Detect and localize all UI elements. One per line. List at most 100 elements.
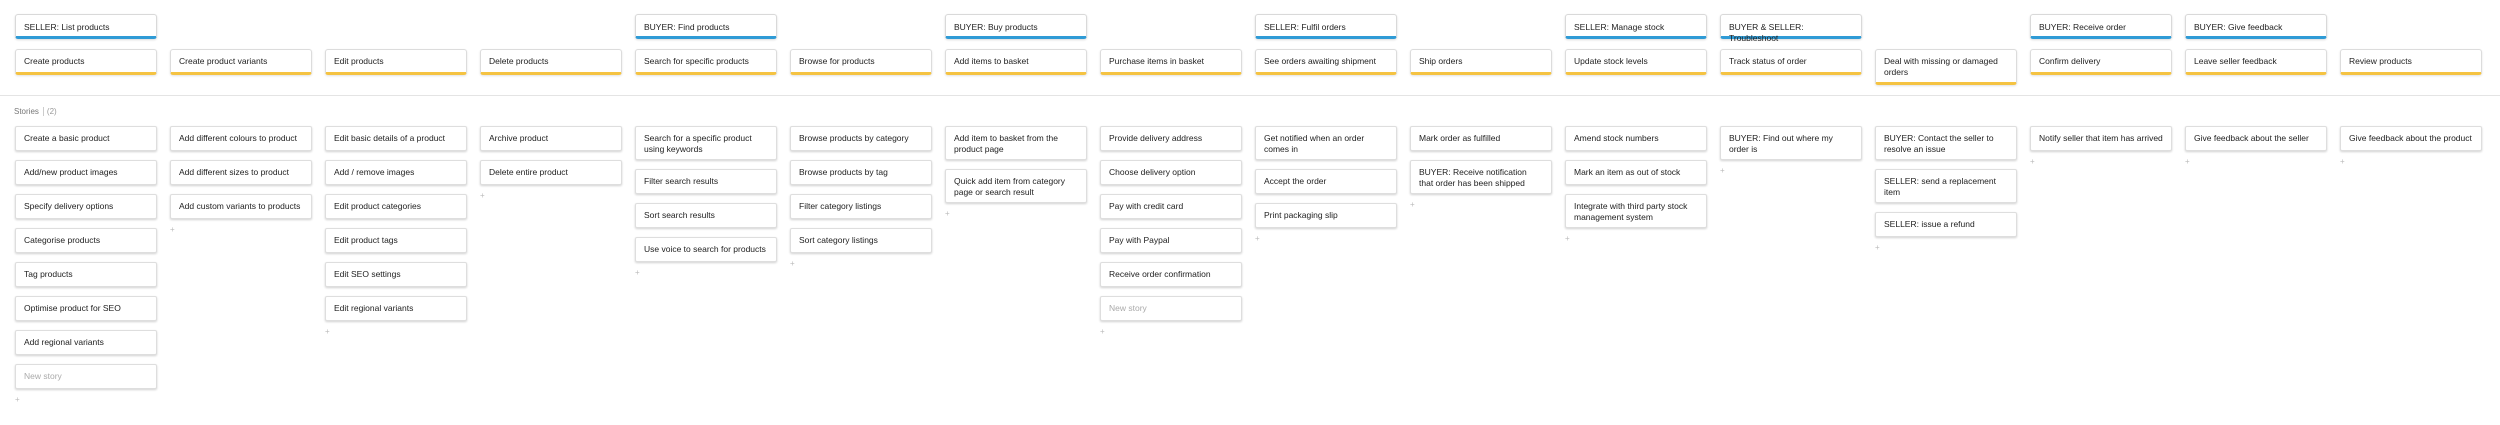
new-story-card[interactable]: New story bbox=[15, 364, 157, 389]
story-card[interactable]: Use voice to search for products bbox=[635, 237, 777, 262]
story-card[interactable]: Pay with Paypal bbox=[1100, 228, 1242, 253]
add-story-icon[interactable]: + bbox=[2185, 157, 2327, 167]
story-card[interactable]: Categorise products bbox=[15, 228, 157, 253]
task-card[interactable]: Confirm delivery bbox=[2030, 49, 2172, 75]
story-card[interactable]: Edit product tags bbox=[325, 228, 467, 253]
story-card[interactable]: Pay with credit card bbox=[1100, 194, 1242, 219]
add-story-icon[interactable]: + bbox=[170, 225, 312, 235]
story-card[interactable]: Provide delivery address bbox=[1100, 126, 1242, 151]
story-card[interactable]: Browse products by category bbox=[790, 126, 932, 151]
story-card[interactable]: Edit regional variants bbox=[325, 296, 467, 321]
add-story-icon[interactable]: + bbox=[15, 395, 157, 405]
story-card[interactable]: BUYER: Find out where my order is bbox=[1720, 126, 1862, 160]
activity-card[interactable]: BUYER & SELLER: Troubleshoot bbox=[1720, 14, 1862, 43]
story-card[interactable]: Specify delivery options bbox=[15, 194, 157, 219]
task-card[interactable]: Browse for products bbox=[790, 49, 932, 75]
story-column: Browse products by category Browse produc… bbox=[790, 126, 932, 269]
add-story-icon[interactable]: + bbox=[1875, 243, 2017, 253]
story-card[interactable]: Sort search results bbox=[635, 203, 777, 228]
story-card[interactable]: Choose delivery option bbox=[1100, 160, 1242, 185]
story-card[interactable]: Amend stock numbers bbox=[1565, 126, 1707, 151]
task-card[interactable]: Leave seller feedback bbox=[2185, 49, 2327, 75]
story-card[interactable]: Add item to basket from the product page bbox=[945, 126, 1087, 160]
story-card[interactable]: Mark an item as out of stock bbox=[1565, 160, 1707, 185]
story-card[interactable]: Browse products by tag bbox=[790, 160, 932, 185]
story-card[interactable]: Print packaging slip bbox=[1255, 203, 1397, 228]
task-column: Track status of order bbox=[1720, 49, 1862, 85]
task-card[interactable]: Create product variants bbox=[170, 49, 312, 75]
story-card[interactable]: Give feedback about the seller bbox=[2185, 126, 2327, 151]
task-card[interactable]: Delete products bbox=[480, 49, 622, 75]
story-card[interactable]: SELLER: issue a refund bbox=[1875, 212, 2017, 237]
activity-card[interactable]: BUYER: Buy products bbox=[945, 14, 1087, 39]
add-story-icon[interactable]: + bbox=[480, 191, 622, 201]
add-story-icon[interactable]: + bbox=[2030, 157, 2172, 167]
task-card[interactable]: Search for specific products bbox=[635, 49, 777, 75]
story-card[interactable]: Quick add item from category page or sea… bbox=[945, 169, 1087, 203]
add-story-icon[interactable]: + bbox=[790, 259, 932, 269]
story-card[interactable]: Receive order confirmation bbox=[1100, 262, 1242, 287]
story-card[interactable]: Optimise product for SEO bbox=[15, 296, 157, 321]
add-story-icon[interactable]: + bbox=[1565, 234, 1707, 244]
task-card[interactable]: Deal with missing or damaged orders bbox=[1875, 49, 2017, 85]
activity-card[interactable]: SELLER: Fulfil orders bbox=[1255, 14, 1397, 39]
add-story-icon[interactable]: + bbox=[1410, 200, 1552, 210]
story-card[interactable]: Give feedback about the product bbox=[2340, 126, 2482, 151]
task-card[interactable]: Purchase items in basket bbox=[1100, 49, 1242, 75]
story-card[interactable]: Delete entire product bbox=[480, 160, 622, 185]
task-card[interactable]: Review products bbox=[2340, 49, 2482, 75]
story-card[interactable]: Add different colours to product bbox=[170, 126, 312, 151]
story-card[interactable]: Add / remove images bbox=[325, 160, 467, 185]
activity-column: SELLER: Fulfil orders bbox=[1255, 14, 1397, 39]
story-card[interactable]: Get notified when an order comes in bbox=[1255, 126, 1397, 160]
story-card[interactable]: Add custom variants to products bbox=[170, 194, 312, 219]
story-card[interactable]: Filter category listings bbox=[790, 194, 932, 219]
activity-column: BUYER: Buy products bbox=[945, 14, 1087, 39]
add-story-icon[interactable]: + bbox=[325, 327, 467, 337]
task-card[interactable]: See orders awaiting shipment bbox=[1255, 49, 1397, 75]
story-card[interactable]: Integrate with third party stock managem… bbox=[1565, 194, 1707, 228]
story-card[interactable]: Create a basic product bbox=[15, 126, 157, 151]
activity-column: BUYER: Find products bbox=[635, 14, 777, 39]
story-card[interactable]: BUYER: Contact the seller to resolve an … bbox=[1875, 126, 2017, 160]
story-card[interactable]: Edit basic details of a product bbox=[325, 126, 467, 151]
new-story-card[interactable]: New story bbox=[1100, 296, 1242, 321]
story-card[interactable]: Sort category listings bbox=[790, 228, 932, 253]
story-card[interactable]: SELLER: send a replacement item bbox=[1875, 169, 2017, 203]
task-card[interactable]: Edit products bbox=[325, 49, 467, 75]
activity-card[interactable]: SELLER: Manage stock bbox=[1565, 14, 1707, 39]
story-card[interactable]: Add different sizes to product bbox=[170, 160, 312, 185]
task-card[interactable]: Add items to basket bbox=[945, 49, 1087, 75]
add-story-icon[interactable]: + bbox=[1720, 166, 1862, 176]
task-column: See orders awaiting shipment bbox=[1255, 49, 1397, 85]
story-card[interactable]: BUYER: Receive notification that order h… bbox=[1410, 160, 1552, 194]
story-card[interactable]: Search for a specific product using keyw… bbox=[635, 126, 777, 160]
add-story-icon[interactable]: + bbox=[2340, 157, 2482, 167]
activity-card[interactable]: BUYER: Receive order bbox=[2030, 14, 2172, 39]
add-story-icon[interactable]: + bbox=[635, 268, 777, 278]
activity-card[interactable]: BUYER: Find products bbox=[635, 14, 777, 39]
story-column: Add different colours to product Add diff… bbox=[170, 126, 312, 235]
activity-card[interactable]: BUYER: Give feedback bbox=[2185, 14, 2327, 39]
add-story-icon[interactable]: + bbox=[1255, 234, 1397, 244]
add-story-icon[interactable]: + bbox=[1100, 327, 1242, 337]
story-card[interactable]: Add regional variants bbox=[15, 330, 157, 355]
story-card[interactable]: Accept the order bbox=[1255, 169, 1397, 194]
story-card[interactable]: Notify seller that item has arrived bbox=[2030, 126, 2172, 151]
story-card[interactable]: Add/new product images bbox=[15, 160, 157, 185]
task-card[interactable]: Ship orders bbox=[1410, 49, 1552, 75]
story-card[interactable]: Tag products bbox=[15, 262, 157, 287]
story-card[interactable]: Filter search results bbox=[635, 169, 777, 194]
story-card[interactable]: Archive product bbox=[480, 126, 622, 151]
task-card[interactable]: Track status of order bbox=[1720, 49, 1862, 75]
story-column: Archive product Delete entire product + bbox=[480, 126, 622, 201]
story-card[interactable]: Mark order as fulfilled bbox=[1410, 126, 1552, 151]
activity-card[interactable]: SELLER: List products bbox=[15, 14, 157, 39]
task-card[interactable]: Update stock levels bbox=[1565, 49, 1707, 75]
story-card[interactable]: Edit product categories bbox=[325, 194, 467, 219]
story-card[interactable]: Edit SEO settings bbox=[325, 262, 467, 287]
story-column: Mark order as fulfilled BUYER: Receive no… bbox=[1410, 126, 1552, 210]
task-card[interactable]: Create products bbox=[15, 49, 157, 75]
task-column: Create products bbox=[15, 49, 157, 85]
add-story-icon[interactable]: + bbox=[945, 209, 1087, 219]
